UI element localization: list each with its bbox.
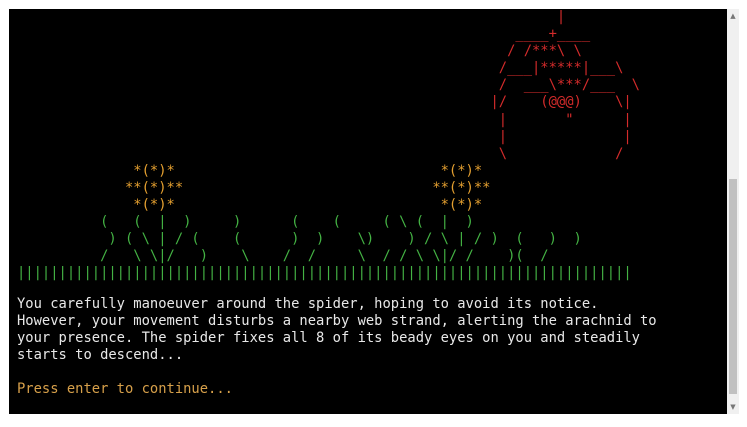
ascii-scene: | ____+____ / /***\ \ /___|*****|___\ / … (17, 9, 640, 283)
story-line: However, your movement disturbs a nearby… (17, 313, 657, 330)
flowers-art: *(*)* *(*)* **(*)** **(*)** *(*)* *(*)* (124, 162, 491, 214)
vertical-scrollbar[interactable]: ▲ ▼ (727, 9, 739, 414)
triangle-down-icon[interactable]: ▼ (727, 400, 739, 414)
scrollbar-thumb[interactable] (729, 179, 737, 394)
story-line: your presence. The spider fixes all 8 of… (17, 330, 640, 347)
story-line: starts to descend... (17, 347, 184, 364)
continue-prompt: Press enter to continue... (17, 381, 233, 397)
spider-art: | ____+____ / /***\ \ /___|*****|___\ / … (490, 9, 640, 162)
story-text: You carefully manoeuver around the spide… (17, 296, 657, 364)
app-window: | ____+____ / /***\ \ /___|*****|___\ / … (0, 0, 747, 427)
terminal-output[interactable]: | ____+____ / /***\ \ /___|*****|___\ / … (9, 9, 727, 414)
story-line: You carefully manoeuver around the spide… (17, 296, 599, 312)
grass-art: ( ( | ) ) ( ( ( \ ( | ) ) ( \ | / ( ( ) … (17, 214, 632, 282)
triangle-up-icon[interactable]: ▲ (727, 9, 739, 23)
